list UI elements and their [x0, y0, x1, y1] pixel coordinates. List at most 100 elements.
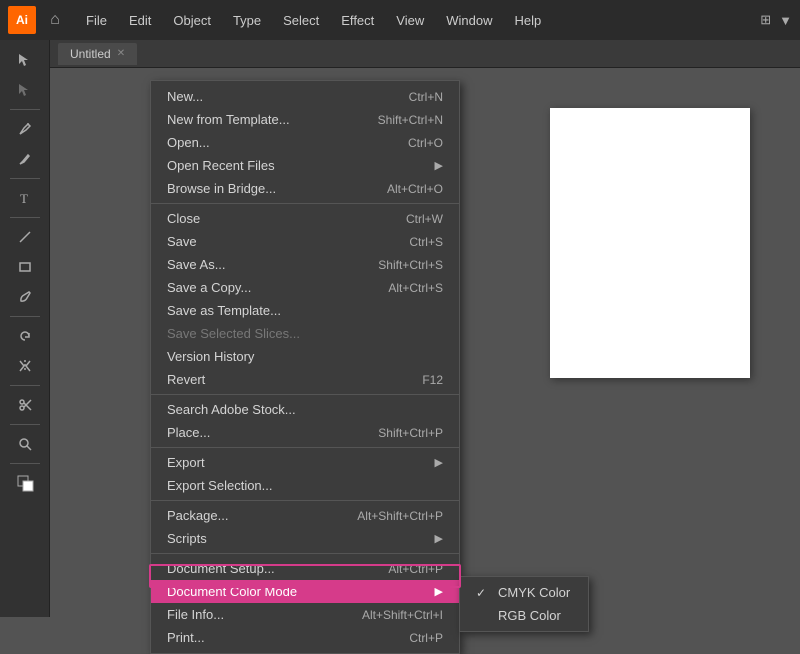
tool-pencil[interactable]	[7, 145, 43, 173]
tool-paintbrush[interactable]	[7, 283, 43, 311]
document-tab[interactable]: Untitled ✕	[58, 43, 137, 65]
separator-3	[151, 447, 459, 448]
tool-divider-6	[10, 424, 40, 425]
menu-document-color-mode-label: Document Color Mode	[167, 584, 297, 599]
menu-file[interactable]: File	[76, 9, 117, 32]
menu-search-stock[interactable]: Search Adobe Stock...	[151, 398, 459, 421]
cmyk-label: CMYK Color	[498, 585, 570, 600]
menu-open-recent[interactable]: Open Recent Files ▶	[151, 154, 459, 177]
menu-save-shortcut: Ctrl+S	[409, 235, 443, 249]
menu-browse-bridge[interactable]: Browse in Bridge... Alt+Ctrl+O	[151, 177, 459, 200]
menu-save-selected[interactable]: Save Selected Slices...	[151, 322, 459, 345]
menu-effect[interactable]: Effect	[331, 9, 384, 32]
menu-document-color-mode[interactable]: Document Color Mode ▶ ✓ CMYK Color RGB C…	[151, 580, 459, 603]
tab-close[interactable]: ✕	[117, 48, 125, 59]
menu-save-selected-label: Save Selected Slices...	[167, 326, 300, 341]
menu-file-info-shortcut: Alt+Shift+Ctrl+I	[362, 608, 443, 622]
tool-scissors[interactable]	[7, 391, 43, 419]
menu-revert-label: Revert	[167, 372, 205, 387]
svg-text:T: T	[20, 191, 28, 206]
tool-type[interactable]: T	[7, 184, 43, 212]
tool-divider-1	[10, 109, 40, 110]
menu-place[interactable]: Place... Shift+Ctrl+P	[151, 421, 459, 444]
menu-view[interactable]: View	[386, 9, 434, 32]
menu-save-as-shortcut: Shift+Ctrl+S	[378, 258, 443, 272]
canvas-document	[550, 108, 750, 378]
menu-print[interactable]: Print... Ctrl+P	[151, 626, 459, 649]
menu-new-from-template[interactable]: New from Template... Shift+Ctrl+N	[151, 108, 459, 131]
tool-rotate[interactable]	[7, 322, 43, 350]
menu-package-label: Package...	[167, 508, 228, 523]
menu-save-as-label: Save As...	[167, 257, 226, 272]
menu-new-from-template-shortcut: Shift+Ctrl+N	[378, 113, 443, 127]
submenu-cmyk[interactable]: ✓ CMYK Color	[460, 581, 588, 604]
menu-save-copy[interactable]: Save a Copy... Alt+Ctrl+S	[151, 276, 459, 299]
menu-close-label: Close	[167, 211, 200, 226]
menu-print-shortcut: Ctrl+P	[409, 631, 443, 645]
tool-divider-4	[10, 316, 40, 317]
menu-package[interactable]: Package... Alt+Shift+Ctrl+P	[151, 504, 459, 527]
menu-browse-bridge-label: Browse in Bridge...	[167, 181, 276, 196]
menu-object[interactable]: Object	[163, 9, 221, 32]
menu-scripts-label: Scripts	[167, 531, 207, 546]
tool-select[interactable]	[7, 46, 43, 74]
menu-type[interactable]: Type	[223, 9, 271, 32]
tool-reflect[interactable]	[7, 352, 43, 380]
menu-file-info[interactable]: File Info... Alt+Shift+Ctrl+I	[151, 603, 459, 626]
separator-5	[151, 553, 459, 554]
menu-search-stock-label: Search Adobe Stock...	[167, 402, 296, 417]
menu-save-template[interactable]: Save as Template...	[151, 299, 459, 322]
separator-2	[151, 394, 459, 395]
menu-close[interactable]: Close Ctrl+W	[151, 207, 459, 230]
menu-items: File Edit Object Type Select Effect View…	[76, 9, 551, 32]
menu-open[interactable]: Open... Ctrl+O	[151, 131, 459, 154]
tool-pen[interactable]	[7, 115, 43, 143]
home-icon[interactable]: ⌂	[44, 9, 66, 31]
menu-package-shortcut: Alt+Shift+Ctrl+P	[357, 509, 443, 523]
menu-export-label: Export	[167, 455, 205, 470]
menu-export-arrow: ▶	[435, 456, 443, 469]
tab-bar: Untitled ✕	[50, 40, 800, 68]
menu-save[interactable]: Save Ctrl+S	[151, 230, 459, 253]
expand-icon[interactable]: ▼	[779, 13, 792, 28]
menu-print-label: Print...	[167, 630, 205, 645]
ai-logo: Ai	[8, 6, 36, 34]
menu-export-selection[interactable]: Export Selection...	[151, 474, 459, 497]
menu-new-shortcut: Ctrl+N	[409, 90, 443, 104]
menu-save-as[interactable]: Save As... Shift+Ctrl+S	[151, 253, 459, 276]
menu-open-recent-arrow: ▶	[435, 159, 443, 172]
menu-scripts-arrow: ▶	[435, 532, 443, 545]
menu-export[interactable]: Export ▶	[151, 451, 459, 474]
menu-edit[interactable]: Edit	[119, 9, 161, 32]
menu-close-shortcut: Ctrl+W	[406, 212, 443, 226]
file-dropdown-menu: New... Ctrl+N New from Template... Shift…	[150, 80, 460, 654]
menu-document-setup[interactable]: Document Setup... Alt+Ctrl+P	[151, 557, 459, 580]
tool-rect[interactable]	[7, 253, 43, 281]
tool-line[interactable]	[7, 223, 43, 251]
tool-fill[interactable]	[7, 469, 43, 497]
menu-new-from-template-label: New from Template...	[167, 112, 290, 127]
submenu-rgb[interactable]: RGB Color	[460, 604, 588, 627]
menu-new[interactable]: New... Ctrl+N	[151, 85, 459, 108]
separator-1	[151, 203, 459, 204]
menu-open-shortcut: Ctrl+O	[408, 136, 443, 150]
tool-divider-2	[10, 178, 40, 179]
menu-revert-shortcut: F12	[422, 373, 443, 387]
menu-save-copy-shortcut: Alt+Ctrl+S	[388, 281, 443, 295]
menu-open-recent-label: Open Recent Files	[167, 158, 275, 173]
menu-revert[interactable]: Revert F12	[151, 368, 459, 391]
menu-file-info-label: File Info...	[167, 607, 224, 622]
main-content: Untitled ✕ New... Ctrl+N New from Templa…	[50, 40, 800, 617]
menu-scripts[interactable]: Scripts ▶	[151, 527, 459, 550]
workspace: T	[0, 40, 800, 617]
menu-help[interactable]: Help	[504, 9, 551, 32]
tool-divider-5	[10, 385, 40, 386]
tool-direct-select[interactable]	[7, 76, 43, 104]
menu-new-label: New...	[167, 89, 203, 104]
workspace-icon[interactable]: ⊞	[760, 12, 771, 28]
tool-zoom[interactable]	[7, 430, 43, 458]
menu-document-setup-label: Document Setup...	[167, 561, 275, 576]
menu-version-history[interactable]: Version History	[151, 345, 459, 368]
menu-window[interactable]: Window	[436, 9, 502, 32]
menu-select[interactable]: Select	[273, 9, 329, 32]
